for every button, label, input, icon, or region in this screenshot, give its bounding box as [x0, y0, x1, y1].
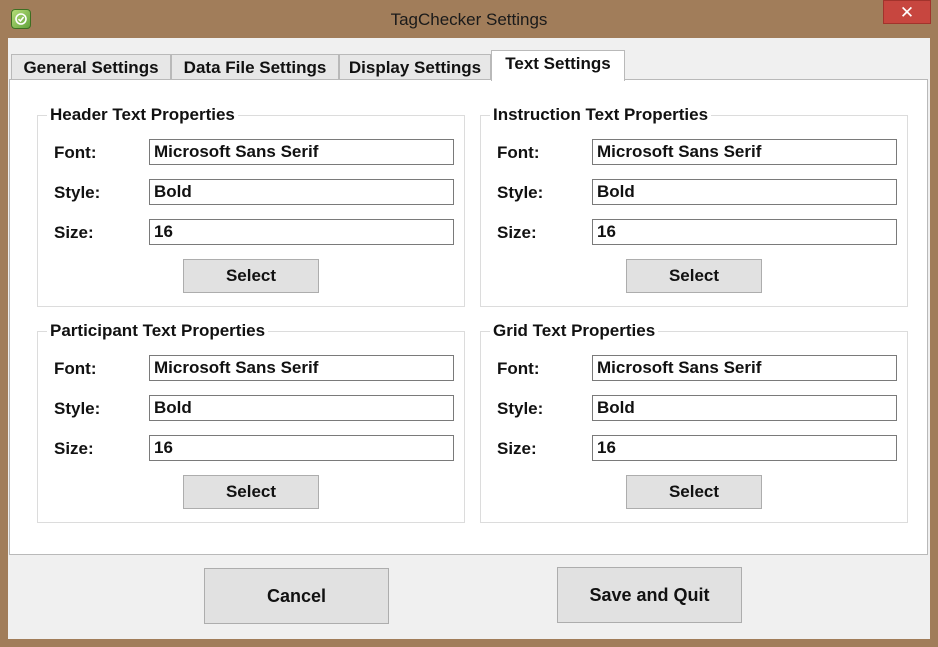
- participant-size-field[interactable]: 16: [149, 435, 454, 461]
- participant-style-field[interactable]: Bold: [149, 395, 454, 421]
- size-label: Size:: [54, 439, 94, 458]
- instruction-size-field[interactable]: 16: [592, 219, 897, 245]
- header-style-field[interactable]: Bold: [149, 179, 454, 205]
- participant-text-group: Participant Text Properties Font: Micros…: [37, 321, 465, 523]
- header-size-field[interactable]: 16: [149, 219, 454, 245]
- font-label: Font:: [497, 359, 540, 378]
- participant-font-field[interactable]: Microsoft Sans Serif: [149, 355, 454, 381]
- settings-window: TagChecker Settings ✕ General Settings D…: [0, 0, 938, 647]
- group-title: Participant Text Properties: [47, 321, 269, 341]
- instruction-font-field[interactable]: Microsoft Sans Serif: [592, 139, 897, 165]
- group-title: Header Text Properties: [47, 105, 238, 125]
- style-label: Style:: [497, 183, 544, 202]
- cancel-button[interactable]: Cancel: [204, 568, 389, 624]
- group-title: Grid Text Properties: [490, 321, 659, 341]
- tab-text-settings[interactable]: Text Settings: [491, 50, 625, 81]
- tab-data-file-settings[interactable]: Data File Settings: [171, 54, 339, 80]
- grid-font-field[interactable]: Microsoft Sans Serif: [592, 355, 897, 381]
- grid-text-group: Grid Text Properties Font: Microsoft San…: [480, 321, 908, 523]
- close-button[interactable]: ✕: [883, 0, 931, 24]
- title-bar[interactable]: TagChecker Settings ✕: [0, 0, 938, 38]
- style-label: Style:: [54, 183, 101, 202]
- size-label: Size:: [497, 439, 537, 458]
- instruction-style-field[interactable]: Bold: [592, 179, 897, 205]
- header-select-button[interactable]: Select: [183, 259, 319, 293]
- client-area: General Settings Data File Settings Disp…: [8, 38, 930, 639]
- font-label: Font:: [54, 359, 97, 378]
- font-label: Font:: [54, 143, 97, 162]
- instruction-text-group: Instruction Text Properties Font: Micros…: [480, 105, 908, 307]
- close-icon: ✕: [899, 3, 915, 22]
- grid-style-field[interactable]: Bold: [592, 395, 897, 421]
- font-label: Font:: [497, 143, 540, 162]
- group-title: Instruction Text Properties: [490, 105, 712, 125]
- style-label: Style:: [54, 399, 101, 418]
- footer-bar: Cancel Save and Quit: [8, 555, 930, 639]
- instruction-select-button[interactable]: Select: [626, 259, 762, 293]
- size-label: Size:: [497, 223, 537, 242]
- tab-strip: General Settings Data File Settings Disp…: [8, 50, 930, 81]
- style-label: Style:: [497, 399, 544, 418]
- grid-size-field[interactable]: 16: [592, 435, 897, 461]
- size-label: Size:: [54, 223, 94, 242]
- tab-display-settings[interactable]: Display Settings: [339, 54, 491, 80]
- header-text-group: Header Text Properties Font: Microsoft S…: [37, 105, 465, 307]
- grid-select-button[interactable]: Select: [626, 475, 762, 509]
- header-font-field[interactable]: Microsoft Sans Serif: [149, 139, 454, 165]
- tab-general-settings[interactable]: General Settings: [11, 54, 171, 80]
- text-settings-page: Header Text Properties Font: Microsoft S…: [9, 79, 928, 555]
- participant-select-button[interactable]: Select: [183, 475, 319, 509]
- window-title: TagChecker Settings: [390, 10, 548, 29]
- save-and-quit-button[interactable]: Save and Quit: [557, 567, 742, 623]
